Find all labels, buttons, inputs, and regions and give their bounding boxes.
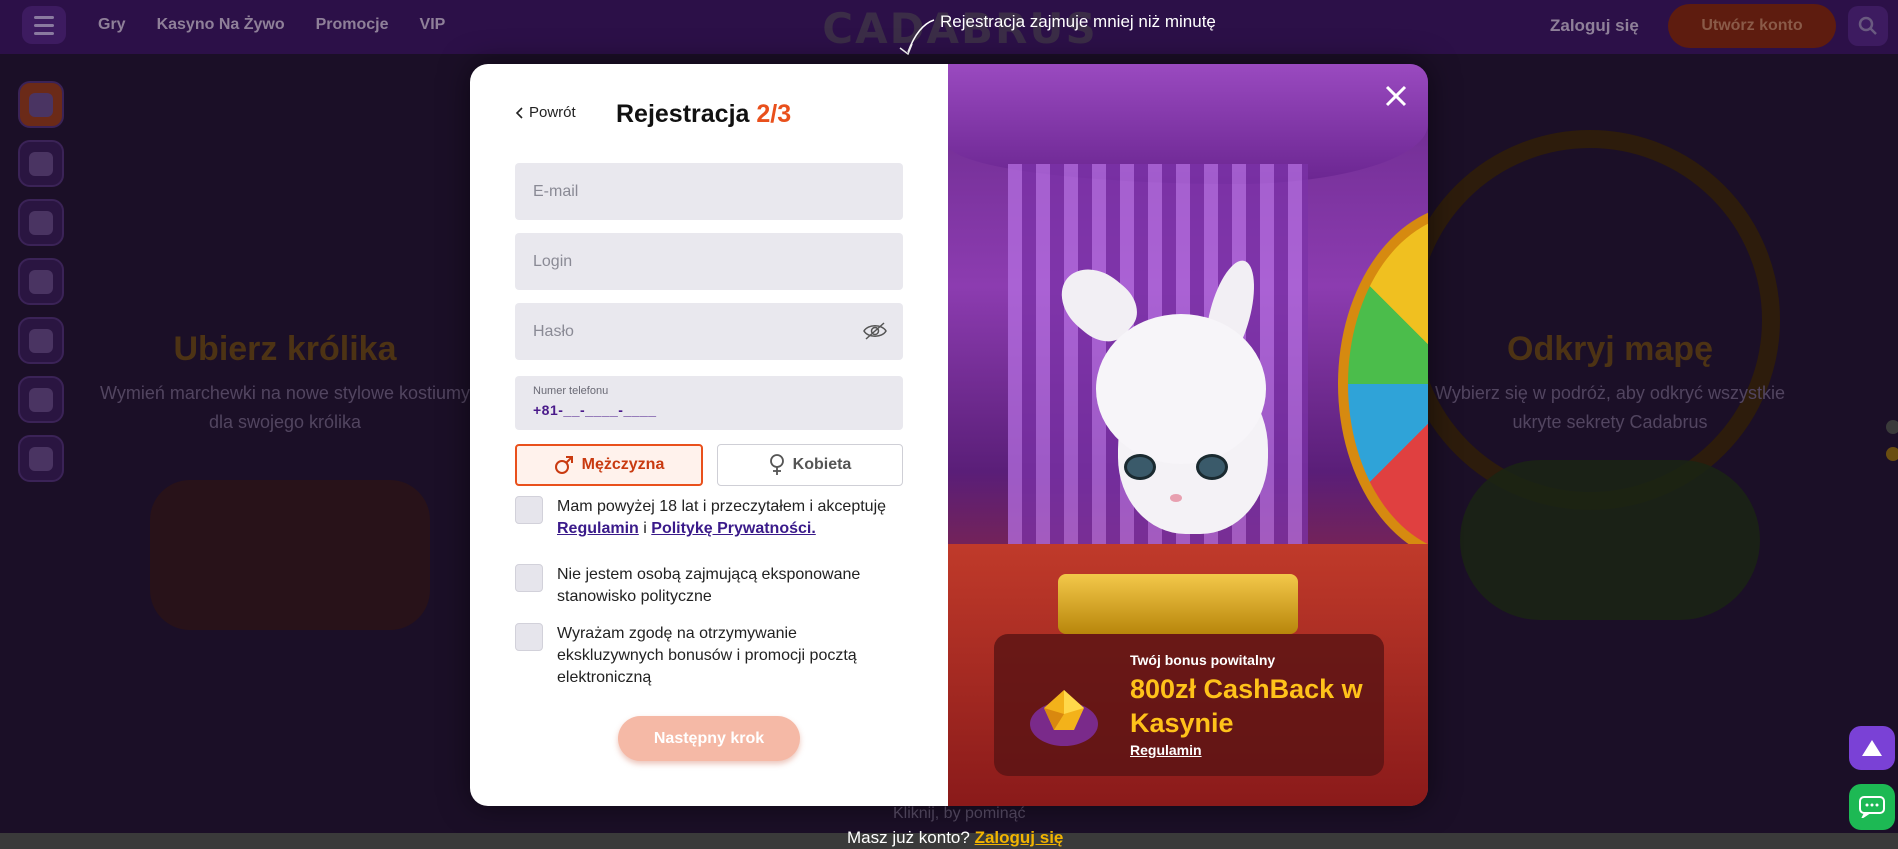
bunny-eye-art — [1196, 454, 1228, 480]
male-icon — [554, 456, 573, 474]
sidebar-item-gift[interactable] — [18, 258, 64, 305]
phone-label: Numer telefonu — [533, 385, 609, 397]
footer-login-link[interactable]: Zaloguj się — [975, 828, 1064, 847]
pep-consent-text: Nie jestem osobą zajmującą eksponowane s… — [557, 566, 861, 605]
left-sidebar — [18, 81, 64, 482]
gift-icon — [29, 269, 53, 294]
registration-tooltip: Rejestracja zajmuje mniej niż minutę — [940, 12, 1216, 31]
age-consent-row: Mam powyżej 18 lat i przeczytałem i akce… — [515, 496, 905, 540]
nav-item-promotions[interactable]: Promocje — [316, 16, 389, 34]
email-field[interactable] — [515, 163, 903, 220]
fortune-wheel-art — [1338, 204, 1428, 564]
pep-consent-checkbox[interactable] — [515, 564, 543, 592]
sidebar-item-support[interactable] — [18, 435, 64, 482]
bonus-terms-link[interactable]: Regulamin — [1130, 742, 1202, 758]
terms-link[interactable]: Regulamin — [557, 520, 639, 537]
email-field-wrapper — [515, 163, 903, 220]
promo-subtitle: Wybierz się w podróż, aby odkryć wszystk… — [1435, 383, 1785, 432]
promo-title: Odkryj mapę — [1507, 330, 1713, 368]
background-wheel-art — [1400, 130, 1780, 510]
sidebar-item-chest[interactable] — [18, 376, 64, 423]
search-icon[interactable] — [1848, 6, 1888, 46]
registration-form: Powrót Rejestracja 2/3 Numer telefonu +8… — [470, 64, 948, 806]
gender-selector: Mężczyzna Kobieta — [515, 444, 903, 486]
marketing-consent-row: Wyrażam zgodę na otrzymywanie ekskluzywn… — [515, 623, 905, 689]
password-field[interactable] — [515, 303, 903, 360]
marketing-consent-checkbox[interactable] — [515, 623, 543, 651]
carousel-dot-active[interactable] — [1886, 447, 1898, 461]
age-consent-checkbox[interactable] — [515, 496, 543, 524]
welcome-bonus-card: Twój bonus powitalny 800zł CashBack w Ka… — [994, 634, 1384, 776]
bunny-eye-art — [1124, 454, 1156, 480]
sidebar-item-trophy[interactable] — [18, 317, 64, 364]
login-field[interactable] — [515, 233, 903, 290]
skip-hint[interactable]: Kliknij, by pominąć — [893, 805, 1026, 823]
bonus-title: 800zł CashBack w Kasynie — [1130, 674, 1363, 738]
promo-dress-bunny: Ubierz królika Wymień marchewki na nowe … — [95, 330, 475, 437]
scroll-up-button[interactable] — [1849, 726, 1895, 770]
promo-title: Ubierz królika — [173, 330, 397, 368]
bunny-nose-art — [1170, 494, 1182, 502]
gold-bars-art — [1058, 574, 1298, 634]
sidebar-item-shop[interactable] — [18, 140, 64, 187]
chat-button[interactable] — [1849, 784, 1895, 830]
bunny-icon — [29, 210, 53, 235]
carousel-dot[interactable] — [1886, 420, 1898, 434]
privacy-policy-link[interactable]: Politykę Prywatności. — [651, 520, 816, 537]
close-icon[interactable] — [1382, 82, 1410, 110]
login-field-wrapper — [515, 233, 903, 290]
age-consent-text: Mam powyżej 18 lat i przeczytałem i akce… — [557, 496, 886, 540]
tooltip-arrow-icon — [899, 19, 935, 56]
gender-female-label: Kobieta — [792, 456, 852, 473]
phone-field[interactable]: Numer telefonu +81-__-____-____ — [515, 376, 903, 430]
have-account-prompt: Masz już konto? Zaloguj się — [847, 828, 1063, 848]
nav-item-live-casino[interactable]: Kasyno Na Żywo — [157, 16, 285, 34]
step-indicator: 2/3 — [756, 100, 792, 128]
promo-subtitle: Wymień marchewki na nowe stylowe kostium… — [100, 383, 470, 432]
wand-icon — [29, 92, 53, 117]
have-account-text: Masz już konto? — [847, 828, 970, 847]
promo-image-panel: Twój bonus powitalny 800zł CashBack w Ka… — [948, 64, 1428, 806]
sidebar-item-bunny[interactable] — [18, 199, 64, 246]
modal-title: Rejestracja 2/3 — [616, 100, 791, 129]
pep-consent-row: Nie jestem osobą zajmującą eksponowane s… — [515, 564, 905, 608]
background-map-art — [1460, 460, 1760, 620]
female-icon — [769, 454, 784, 475]
back-button[interactable]: Powrót — [515, 104, 576, 121]
trophy-icon — [29, 328, 53, 353]
main-nav: Gry Kasyno Na Żywo Promocje VIP — [98, 0, 445, 50]
gender-female-button[interactable]: Kobieta — [717, 444, 903, 486]
support-icon — [29, 446, 53, 471]
bonus-label: Twój bonus powitalny — [1130, 652, 1276, 668]
header-login-link[interactable]: Zaloguj się — [1550, 16, 1639, 36]
promo-discover-map: Odkryj mapę Wybierz się w podróż, aby od… — [1420, 330, 1800, 437]
phone-input-value: +81-__-____-____ — [533, 402, 657, 418]
password-field-wrapper — [515, 303, 903, 360]
marketing-consent-text: Wyrażam zgodę na otrzymywanie ekskluzywn… — [557, 625, 857, 686]
chest-icon — [29, 387, 53, 412]
chat-icon — [1859, 796, 1885, 818]
bunny-head-art — [1096, 314, 1266, 464]
menu-icon[interactable] — [22, 6, 66, 44]
age-consent-and: i — [643, 520, 647, 537]
gender-male-label: Mężczyzna — [581, 456, 665, 473]
treasure-gem-icon — [1030, 690, 1098, 746]
gender-male-button[interactable]: Mężczyzna — [515, 444, 703, 486]
nav-item-games[interactable]: Gry — [98, 16, 126, 34]
modal-title-text: Rejestracja — [616, 100, 750, 128]
next-step-button[interactable]: Następny krok — [618, 716, 800, 761]
shop-icon — [29, 151, 53, 176]
registration-modal: Powrót Rejestracja 2/3 Numer telefonu +8… — [470, 64, 1428, 806]
nav-item-vip[interactable]: VIP — [420, 16, 446, 34]
eye-off-icon[interactable] — [863, 321, 887, 341]
sidebar-item-wand[interactable] — [18, 81, 64, 128]
background-costume-art — [150, 480, 430, 630]
arrow-up-icon — [1862, 740, 1882, 756]
chevron-left-icon — [515, 106, 523, 119]
back-label: Powrót — [529, 104, 576, 121]
age-consent-label: Mam powyżej 18 lat i przeczytałem i akce… — [557, 498, 887, 515]
create-account-button[interactable]: Utwórz konto — [1668, 4, 1836, 48]
